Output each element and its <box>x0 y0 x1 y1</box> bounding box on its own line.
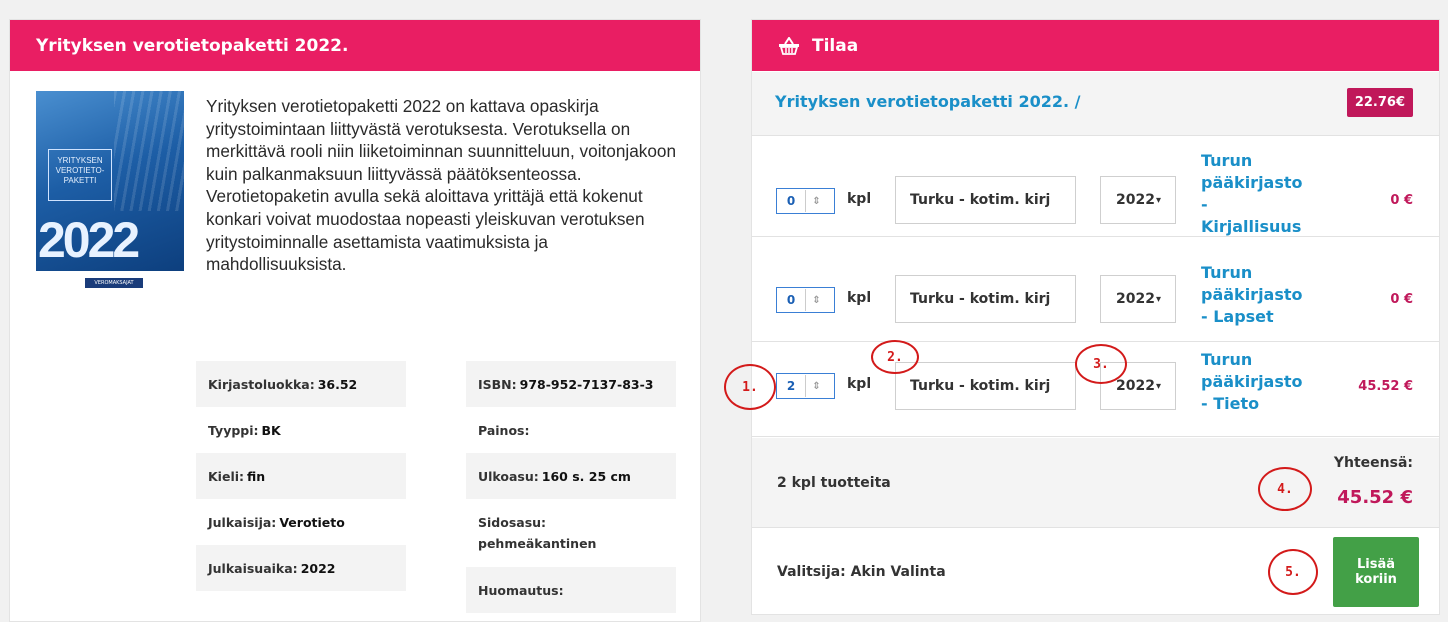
meta-ulkoasu: Ulkoasu: 160 s. 25 cm <box>466 453 676 499</box>
total-label: Yhteensä: <box>1333 455 1413 471</box>
library-select[interactable]: Turku - kotim. kirj <box>895 275 1076 323</box>
meta-list-right: ISBN: 978-952-7137-83-3 Painos: Ulkoasu: 1… <box>466 361 676 613</box>
quantity-value[interactable]: 0 <box>777 293 805 307</box>
library-name[interactable]: Turun pääkirjasto - Tieto <box>1201 349 1303 415</box>
order-panel: Tilaa Yrityksen verotietopaketti 2022. /… <box>751 19 1440 615</box>
basket-icon <box>778 35 800 55</box>
order-summary: 2 kpl tuotteita Yhteensä: 45.52 € <box>752 438 1439 528</box>
product-description: Yrityksen verotietopaketti 2022 on katta… <box>206 96 677 275</box>
cover-label: YRITYKSEN VEROTIETO-PAKETTI <box>48 149 112 201</box>
meta-huomautus: Huomautus: <box>466 567 676 613</box>
spinner-arrows-icon[interactable]: ⇕ <box>805 190 827 212</box>
meta-list-left: Kirjastoluokka: 36.52 Tyyppi: BK Kieli: fin… <box>196 361 406 591</box>
order-title-row: Yrityksen verotietopaketti 2022. / 22.76… <box>752 72 1439 136</box>
cover-decoration <box>114 91 184 211</box>
chevron-down-icon: ▾ <box>1155 380 1161 392</box>
cover-year: 2022 <box>38 212 140 268</box>
meta-kirjastoluokka: Kirjastoluokka: 36.52 <box>196 361 406 407</box>
meta-kieli: Kieli: fin <box>196 453 406 499</box>
product-title: Yrityksen verotietopaketti 2022. <box>36 35 349 56</box>
spinner-arrows-icon[interactable]: ⇕ <box>805 289 827 311</box>
quantity-value[interactable]: 2 <box>777 379 805 393</box>
library-select[interactable]: Turku - kotim. kirj <box>895 362 1076 410</box>
line-price: 45.52 € <box>1358 379 1413 394</box>
meta-sidosasu: Sidosasu: pehmeäkantinen <box>478 515 597 551</box>
order-product-link[interactable]: Yrityksen verotietopaketti 2022. / <box>775 92 1081 111</box>
product-header: Yrityksen verotietopaketti 2022. <box>10 20 700 71</box>
unit-label: kpl <box>847 191 872 207</box>
selector-name: Valitsija: Akin Valinta <box>777 564 946 580</box>
publisher-logo: VEROMAKSAJAT <box>85 278 143 288</box>
annotation-4: 4. <box>1258 467 1312 511</box>
library-name[interactable]: Turun pääkirjasto - Lapset <box>1201 262 1303 328</box>
meta-julkaisija: Julkaisija: Verotieto <box>208 514 345 530</box>
annotation-5: 5. <box>1268 549 1318 595</box>
meta-isbn: ISBN: 978-952-7137-83-3 <box>466 361 676 407</box>
unit-label: kpl <box>847 376 872 392</box>
year-select[interactable]: 2022 ▾ <box>1100 176 1176 224</box>
library-select[interactable]: Turku - kotim. kirj <box>895 176 1076 224</box>
meta-julkaisuaika: Julkaisuaika: 2022 <box>196 545 406 591</box>
annotation-2: 2. <box>871 340 919 374</box>
add-to-cart-button[interactable]: Lisää koriin <box>1333 537 1419 607</box>
unit-label: kpl <box>847 290 872 306</box>
total-value: 45.52 € <box>1337 487 1413 508</box>
unit-price-badge: 22.76€ <box>1346 88 1413 117</box>
line-price: 0 € <box>1390 292 1413 307</box>
quantity-value[interactable]: 0 <box>777 194 805 208</box>
item-count: 2 kpl tuotteita <box>777 475 891 491</box>
chevron-down-icon: ▾ <box>1155 293 1161 305</box>
order-footer: Valitsija: Akin Valinta Lisää koriin <box>752 528 1439 614</box>
order-line: 0 ⇕ kpl Turku - kotim. kirj 2022 ▾ Turun … <box>752 256 1439 342</box>
quantity-stepper[interactable]: 0 ⇕ <box>776 287 835 313</box>
order-header: Tilaa <box>752 20 1439 71</box>
order-line: 0 ⇕ kpl Turku - kotim. kirj 2022 ▾ Turun … <box>752 137 1439 237</box>
meta-painos: Painos: <box>478 422 530 438</box>
quantity-stepper[interactable]: 0 ⇕ <box>776 188 835 214</box>
annotation-3: 3. <box>1075 344 1127 384</box>
annotation-1: 1. <box>724 364 776 410</box>
product-panel: Yrityksen verotietopaketti 2022. YRITYKS… <box>9 19 701 622</box>
spinner-arrows-icon[interactable]: ⇕ <box>805 375 827 397</box>
order-header-title: Tilaa <box>812 35 859 56</box>
line-price: 0 € <box>1390 193 1413 208</box>
quantity-stepper[interactable]: 2 ⇕ <box>776 373 835 399</box>
meta-tyyppi: Tyyppi: BK <box>208 422 281 438</box>
chevron-down-icon: ▾ <box>1155 194 1161 206</box>
book-cover-image: YRITYKSEN VEROTIETO-PAKETTI 2022 <box>36 91 184 271</box>
library-name[interactable]: Turun pääkirjasto - Kirjallisuus <box>1201 150 1303 238</box>
year-select[interactable]: 2022 ▾ <box>1100 275 1176 323</box>
